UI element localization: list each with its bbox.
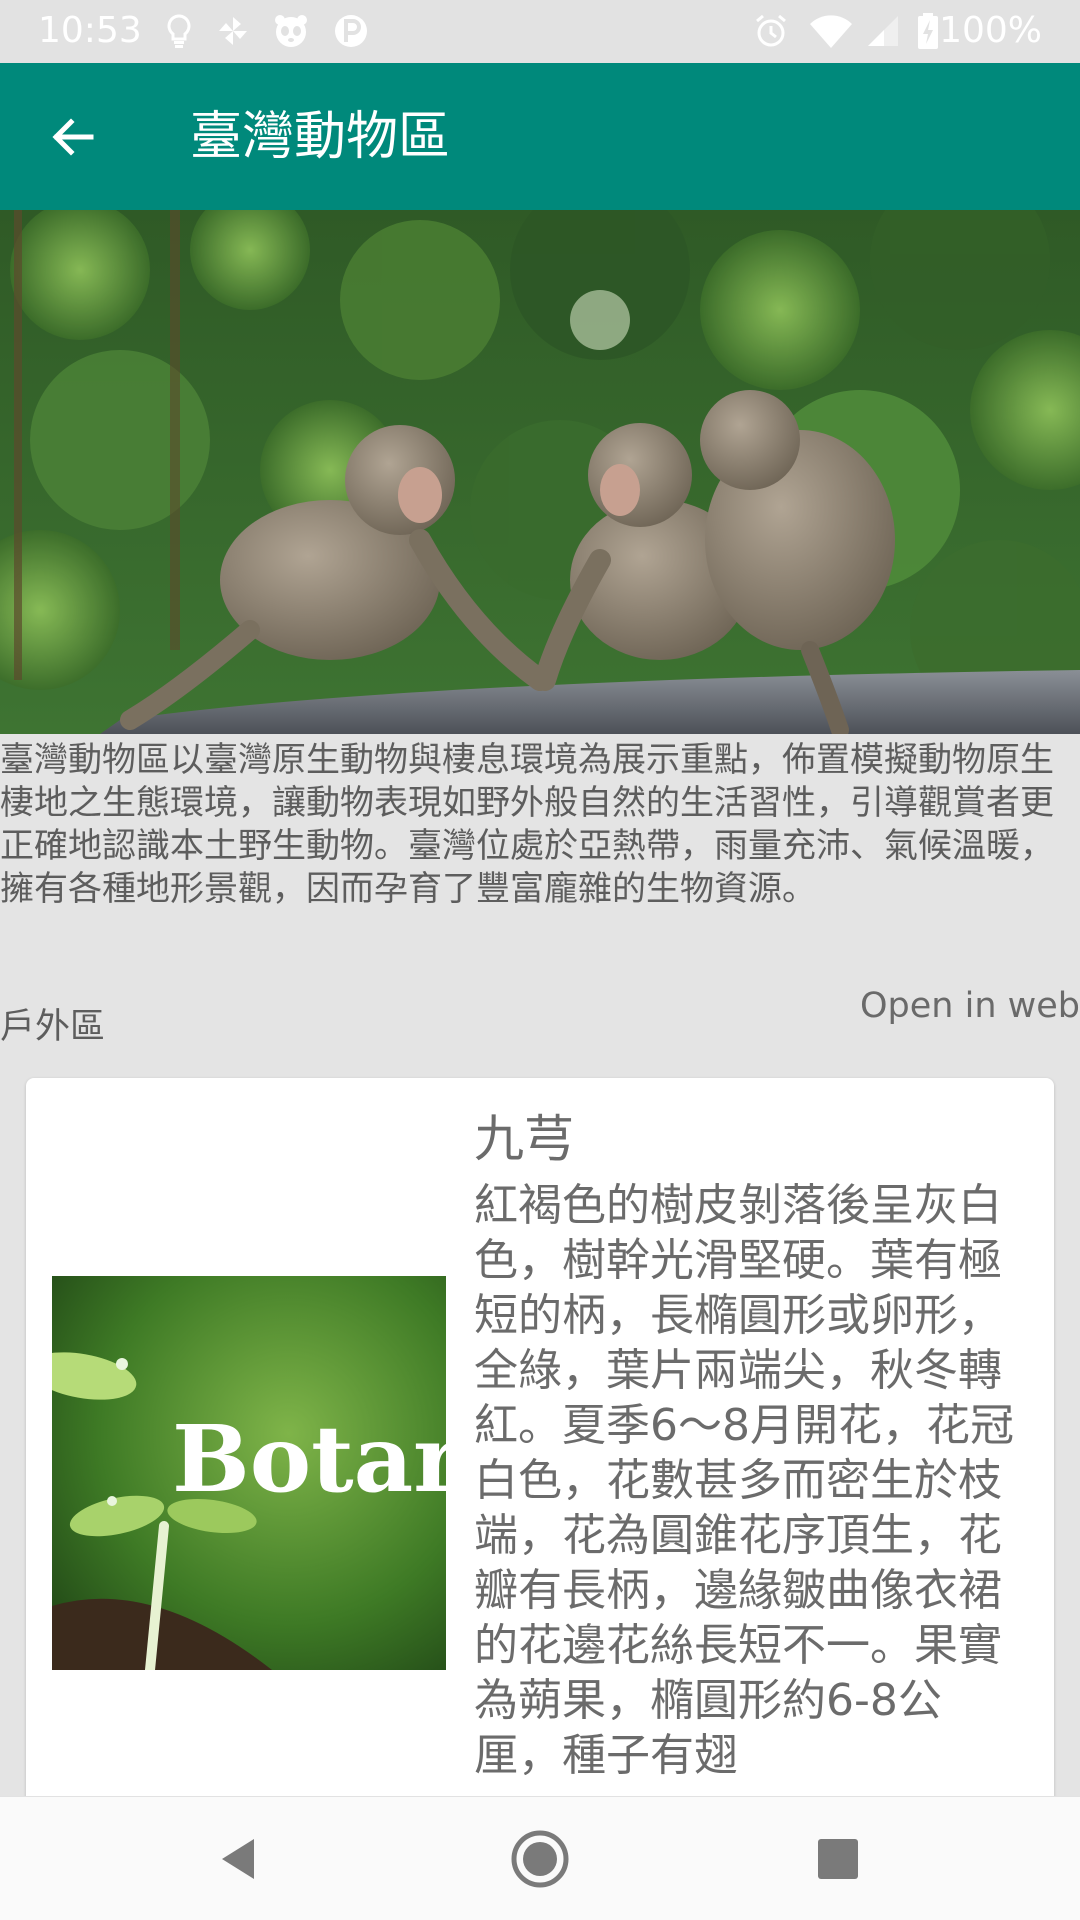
battery-charging-icon <box>918 13 938 49</box>
nav-recents-button[interactable] <box>802 1823 874 1895</box>
hero-image <box>0 210 1080 734</box>
botany-thumbnail-image: Botar <box>52 1276 446 1670</box>
battery-percent: 100% <box>939 10 1042 51</box>
lightbulb-icon <box>167 14 191 48</box>
home-circle-icon <box>511 1830 569 1888</box>
open-in-web-link[interactable]: Open in web <box>860 983 1080 1029</box>
card-title: 九芎 <box>474 1110 574 1168</box>
arrow-left-icon <box>52 118 94 156</box>
thumbnail-text: Botar <box>172 1405 446 1513</box>
page-title: 臺灣動物區 <box>190 107 451 167</box>
recents-square-icon <box>818 1839 858 1879</box>
nav-back-button[interactable] <box>202 1823 274 1895</box>
nav-home-button[interactable] <box>504 1823 576 1895</box>
wifi-icon <box>810 15 852 49</box>
area-description: 臺灣動物區以臺灣原生動物與棲息環境為展示重點，佈置模擬動物原生棲地之生態環境，讓… <box>0 740 1054 909</box>
app-bar: 臺灣動物區 <box>0 63 1080 210</box>
card-thumbnail: Botar <box>52 1276 446 1670</box>
status-time: 10:53 <box>38 10 142 51</box>
panda-icon <box>275 15 307 47</box>
signal-icon <box>868 16 898 46</box>
card-description: 紅褐色的樹皮剝落後呈灰白色，樹幹光滑堅硬。葉有極短的柄，長橢圓形或卵形，全綠，葉… <box>474 1180 1014 1781</box>
alarm-icon <box>756 14 786 47</box>
p-badge-icon <box>335 15 367 47</box>
back-button[interactable] <box>36 100 110 174</box>
macaque-photo <box>0 210 1080 734</box>
back-triangle-icon <box>222 1839 254 1879</box>
screen: 10:53 100% 臺灣動物區 臺灣動物區以臺灣原生動物與棲息環境為展示重點，… <box>0 0 1080 1920</box>
status-bar: 10:53 100% <box>0 0 1080 63</box>
section-label: 戶外區 <box>0 1007 106 1047</box>
navigation-bar <box>0 1796 1080 1920</box>
pinwheel-icon <box>219 17 247 45</box>
plant-card[interactable]: Botar 九芎 紅褐色的樹皮剝落後呈灰白色，樹幹光滑堅硬。葉有極短的柄，長橢圓… <box>26 1078 1054 1920</box>
